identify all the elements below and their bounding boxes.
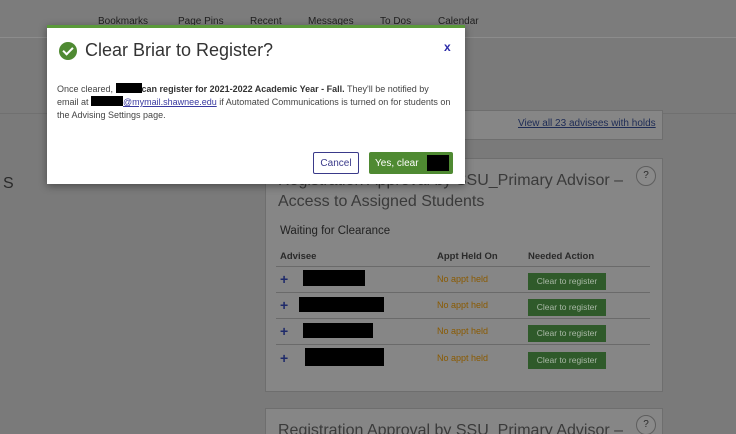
appt-status: No appt held: [437, 300, 489, 310]
redacted-name: [299, 297, 384, 312]
dialog-message: Once cleared, can register for 2021-2022…: [57, 83, 452, 122]
clear-to-register-button[interactable]: Clear to register: [528, 299, 606, 316]
clear-to-register-button[interactable]: Clear to register: [528, 273, 606, 290]
dialog-title: Clear Briar to Register?: [59, 40, 273, 61]
confirm-clear-button[interactable]: Yes, clear: [369, 152, 453, 174]
email-link[interactable]: @mymail.shawnee.edu: [123, 97, 217, 107]
column-header-action: Needed Action: [528, 251, 595, 262]
dialog-title-text: Clear Briar to Register?: [85, 40, 274, 60]
card-title: Registration Approval by SSU_Primary Adv…: [278, 422, 624, 434]
close-icon[interactable]: x: [444, 40, 451, 54]
row-divider: [276, 318, 650, 319]
appt-status: No appt held: [437, 274, 489, 284]
redacted-name: [305, 348, 384, 366]
message-bold: can register for 2021-2022 Academic Year…: [141, 84, 345, 94]
side-text: S: [3, 175, 14, 192]
expand-icon[interactable]: +: [280, 297, 288, 313]
clear-confirmation-dialog: Clear Briar to Register? x Once cleared,…: [47, 25, 465, 184]
confirm-label: Yes, clear: [375, 157, 419, 169]
appt-status: No appt held: [437, 353, 489, 363]
expand-icon[interactable]: +: [280, 323, 288, 339]
message-part-1: Once cleared,: [57, 84, 114, 94]
expand-icon[interactable]: +: [280, 350, 288, 366]
redacted-name: [303, 270, 365, 286]
redacted-name: [303, 323, 373, 338]
redacted-email: [91, 96, 124, 106]
expand-icon[interactable]: +: [280, 271, 288, 287]
column-header-advisee: Advisee: [280, 251, 317, 262]
row-divider: [276, 344, 650, 345]
appt-status: No appt held: [437, 326, 489, 336]
clear-to-register-button[interactable]: Clear to register: [528, 352, 606, 369]
view-all-holds-link[interactable]: View all 23 advisees with holds: [518, 118, 656, 129]
redacted-name: [427, 155, 449, 171]
help-icon[interactable]: ?: [636, 415, 656, 434]
row-divider: [276, 266, 650, 267]
redacted-name: [115, 83, 142, 93]
section-heading: Waiting for Clearance: [280, 225, 391, 237]
check-circle-icon: [59, 41, 77, 60]
cancel-button[interactable]: Cancel: [313, 152, 359, 174]
row-divider: [276, 292, 650, 293]
clear-to-register-button[interactable]: Clear to register: [528, 325, 606, 342]
column-header-appt: Appt Held On: [437, 251, 498, 262]
help-icon[interactable]: ?: [636, 166, 656, 186]
